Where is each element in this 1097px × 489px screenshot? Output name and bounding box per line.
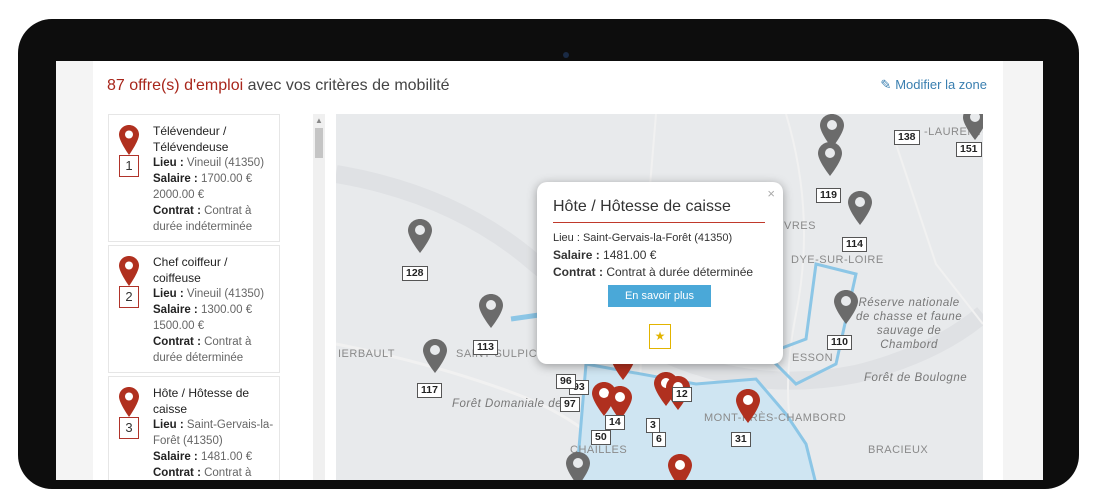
marker-count-tag[interactable]: 110 xyxy=(827,335,852,350)
map-marker-grey[interactable] xyxy=(423,339,447,373)
page-content: 87 offre(s) d'emploi avec vos critères d… xyxy=(93,61,1003,480)
popup-salary: Salaire : 1481.00 € xyxy=(553,248,657,262)
job-location: Lieu : Saint-Gervais-la-Forêt (41350) xyxy=(153,419,274,447)
popup-title: Hôte / Hôtesse de caisse xyxy=(553,198,765,223)
job-info: Hôte / Hôtesse de caisse Lieu : Saint-Ge… xyxy=(153,385,278,480)
job-list: 1 Télévendeur / Télévendeuse Lieu : Vine… xyxy=(108,114,280,480)
job-title: Hôte / Hôtesse de caisse xyxy=(153,386,250,416)
scrollbar-thumb[interactable] xyxy=(315,128,323,158)
marker-count-tag[interactable]: 128 xyxy=(402,266,428,281)
modify-zone-label: Modifier la zone xyxy=(895,77,987,92)
place-label: VRES xyxy=(784,220,816,232)
marker-count-tag[interactable]: 117 xyxy=(417,383,442,398)
marker-count-tag[interactable]: 50 xyxy=(591,430,611,445)
place-label: DYE-SUR-LOIRE xyxy=(791,254,884,266)
job-salary: Salaire : 1481.00 € xyxy=(153,451,253,463)
job-info: Télévendeur / Télévendeuse Lieu : Vineui… xyxy=(153,123,278,235)
job-location: Lieu : Vineuil (41350) xyxy=(153,157,265,169)
marker-count-tag[interactable]: 96 xyxy=(556,374,576,389)
job-contract: Contrat : Contrat à durée déterminée xyxy=(153,336,252,364)
map-marker-grey[interactable] xyxy=(834,290,858,324)
place-label: Forêt de Boulogne xyxy=(864,372,968,384)
map-marker-grey[interactable] xyxy=(818,142,842,176)
job-salary: Salaire : 1300.00 € 1500.00 € xyxy=(153,304,253,332)
job-number: 2 xyxy=(119,286,139,308)
offer-count: 87 offre(s) d'emploi xyxy=(107,77,244,94)
marker-count-tag[interactable]: 119 xyxy=(816,188,841,203)
scroll-up-icon[interactable]: ▲ xyxy=(315,116,323,125)
job-number: 1 xyxy=(119,155,139,177)
marker-count-tag[interactable]: 97 xyxy=(560,397,580,412)
map-pin-icon xyxy=(119,256,139,286)
more-info-button[interactable]: En savoir plus xyxy=(608,285,711,307)
place-label: Forêt Domaniale de B xyxy=(452,398,574,410)
results-header: 87 offre(s) d'emploi avec vos critères d… xyxy=(107,77,987,99)
map-marker-grey[interactable] xyxy=(408,219,432,253)
header-subtitle: avec vos critères de mobilité xyxy=(243,77,450,94)
job-salary: Salaire : 1700.00 € 2000.00 € xyxy=(153,173,253,201)
marker-count-tag[interactable]: 138 xyxy=(894,130,920,145)
star-icon[interactable]: ★ xyxy=(649,324,671,349)
close-icon[interactable]: × xyxy=(767,186,775,201)
map-marker-grey[interactable] xyxy=(566,452,590,480)
map-marker-grey[interactable] xyxy=(848,191,872,225)
marker-count-tag[interactable]: 12 xyxy=(672,387,692,402)
pencil-icon: ✎ xyxy=(880,77,892,92)
place-label: BRACIEUX xyxy=(868,444,929,456)
marker-count-tag[interactable]: 6 xyxy=(652,432,666,447)
modify-zone-link[interactable]: ✎ Modifier la zone xyxy=(880,77,987,93)
job-title: Télévendeur / Télévendeuse xyxy=(153,124,229,154)
job-contract: Contrat : Contrat à durée indéterminée xyxy=(153,205,253,233)
map-marker-red[interactable] xyxy=(668,454,692,480)
job-popup: × Hôte / Hôtesse de caisse Lieu : Saint-… xyxy=(537,182,783,364)
screen: 87 offre(s) d'emploi avec vos critères d… xyxy=(56,61,1043,480)
popup-details: Lieu : Saint-Gervais-la-Forêt (41350) Sa… xyxy=(553,230,778,281)
job-contract: Contrat : Contrat à xyxy=(153,467,252,479)
place-label: MONT-PRÈS-CHAMBORD xyxy=(704,412,847,424)
place-label: IERBAULT xyxy=(338,348,395,360)
map-marker-grey[interactable] xyxy=(479,294,503,328)
list-scrollbar[interactable]: ▲ xyxy=(313,114,325,480)
place-label: Réserve nationale de chasse et faune sau… xyxy=(856,297,963,351)
job-info: Chef coiffeur / coiffeuse Lieu : Vineuil… xyxy=(153,254,278,366)
job-map[interactable]: -LAURENT-N VRES DYE-SUR-LOIRE Réserve na… xyxy=(336,114,983,480)
popup-contract: Contrat : Contrat à durée déterminée xyxy=(553,265,754,279)
marker-count-tag[interactable]: 3 xyxy=(646,418,660,433)
job-card[interactable]: 3 Hôte / Hôtesse de caisse Lieu : Saint-… xyxy=(108,376,280,480)
popup-location: Lieu : Saint-Gervais-la-Forêt (41350) xyxy=(553,232,733,244)
map-marker-grey[interactable] xyxy=(963,114,983,140)
marker-count-tag[interactable]: 31 xyxy=(731,432,751,447)
place-label: ESSON xyxy=(792,352,834,364)
marker-count-tag[interactable]: 114 xyxy=(842,237,867,252)
marker-count-tag[interactable]: 113 xyxy=(473,340,498,355)
map-marker-red[interactable] xyxy=(736,389,760,423)
map-pin-icon xyxy=(119,387,139,417)
marker-count-tag[interactable]: 14 xyxy=(605,415,625,430)
job-number: 3 xyxy=(119,417,139,439)
camera-dot xyxy=(563,52,569,58)
job-card[interactable]: 2 Chef coiffeur / coiffeuse Lieu : Vineu… xyxy=(108,245,280,373)
job-card[interactable]: 1 Télévendeur / Télévendeuse Lieu : Vine… xyxy=(108,114,280,242)
map-pin-icon xyxy=(119,125,139,155)
marker-count-tag[interactable]: 151 xyxy=(956,142,982,157)
job-title: Chef coiffeur / coiffeuse xyxy=(153,255,228,285)
job-location: Lieu : Vineuil (41350) xyxy=(153,288,265,300)
